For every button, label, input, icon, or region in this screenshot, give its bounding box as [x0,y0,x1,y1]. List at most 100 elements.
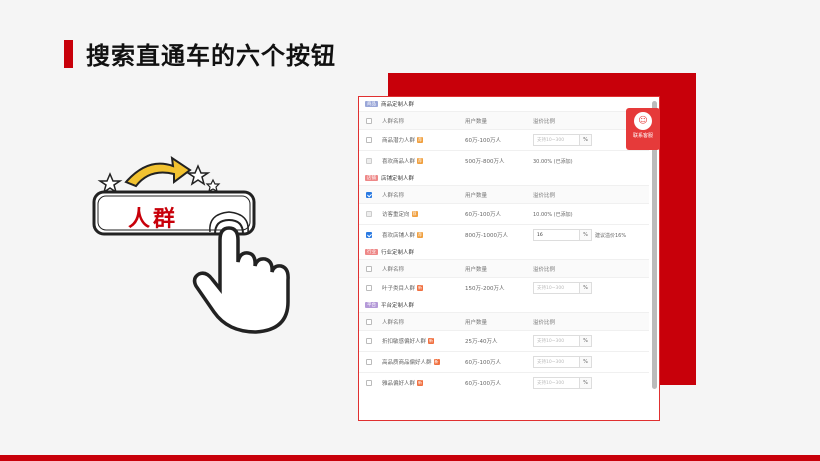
section-header: 店铺 店铺定制人群 [359,171,649,185]
crowd-label: 人群 [128,207,179,232]
crowd-badge: 新 [417,285,424,291]
contact-service-label: 联系客服 [632,133,653,139]
percent-unit: % [579,135,591,145]
crowd-badge: 新 [428,338,435,344]
crowd-name: 叶子类目人群 [382,286,416,292]
user-count: 800万-1000万人 [465,233,508,239]
ratio-input[interactable]: 支持10~300% [533,377,592,389]
ratio-input[interactable]: 16% [533,229,592,241]
ratio-cell: 支持10~300% [533,134,592,146]
row-checkbox[interactable] [366,158,372,164]
row-checkbox[interactable] [366,338,372,344]
crowd-name-cell: 雅品偏好人群新 [382,379,465,387]
user-count: 60万-100万人 [465,138,501,144]
select-all-checkbox[interactable] [366,191,372,198]
crowd-name: 高品质商品偏好人群 [382,360,432,366]
table-header-row: 人群名称 用户数量 溢价比例 [359,259,649,277]
select-all-checkbox[interactable] [366,117,372,124]
crowd-name: 喜欢商品人群 [382,159,416,165]
row-checkbox[interactable] [366,285,372,291]
section-header: 平台 平台定制人群 [359,298,649,312]
ratio-input-value: 支持10~300 [537,339,565,344]
crowd-name-cell: 折扣敏感偏好人群新 [382,337,465,345]
section-header: 商品 商品定制人群 [359,97,649,111]
percent-unit: % [579,357,591,367]
ratio-input[interactable]: 支持10~300% [533,134,592,146]
table-row: 叶子类目人群新 150万-200万人 支持10~300% [359,277,649,298]
suggested-ratio: 建议溢价16% [595,232,627,239]
star-icon [97,172,123,194]
ratio-input[interactable]: 支持10~300% [533,335,592,347]
crowd-name-cell: 访客重定向荐 [382,210,465,218]
crowd-name: 商品潜力人群 [382,138,416,144]
col-header-ratio: 溢价比例 [533,118,556,125]
col-header-count: 用户数量 [465,266,488,273]
ratio-cell: 16% 建议溢价16% [533,229,626,241]
ratio-input-value: 支持10~300 [537,360,565,365]
ratio-input[interactable]: 支持10~300% [533,282,592,294]
ratio-added-text: 30.00% (已添加) [533,158,573,165]
row-checkbox[interactable] [366,380,372,386]
row-checkbox[interactable] [366,232,372,238]
col-header-name: 人群名称 [382,266,405,273]
percent-unit: % [579,336,591,346]
row-checkbox[interactable] [366,211,372,217]
ratio-cell: 支持10~300% [533,377,592,389]
col-header-ratio: 溢价比例 [533,319,556,326]
crowd-sections: 商品 商品定制人群 人群名称 用户数量 溢价比例 商品潜力人群荐 60万-100万人 支持10… [359,97,649,393]
ratio-cell: 支持10~300% [533,282,592,294]
crowd-name-cell: 喜欢店铺人群荐 [382,231,465,239]
section-tag: 平台 [365,302,378,308]
section-tag: 商品 [365,101,378,107]
col-header-count: 用户数量 [465,118,488,125]
section-tag: 店铺 [365,175,378,181]
crowd-name: 访客重定向 [382,212,410,218]
hand-arrow-drawing [92,155,290,334]
col-header-name: 人群名称 [382,319,405,326]
crowd-name: 雅品偏好人群 [382,381,416,387]
crowd-settings-panel: 商品 商品定制人群 人群名称 用户数量 溢价比例 商品潜力人群荐 60万-100万人 支持10… [358,96,660,421]
select-all-checkbox[interactable] [366,318,372,325]
table-row: 喜欢商品人群荐 500万-800万人 30.00% (已添加) [359,150,649,171]
crowd-name: 折扣敏感偏好人群 [382,339,427,345]
user-count: 60万-100万人 [465,360,501,366]
section-title: 行业定制人群 [381,250,415,256]
percent-unit: % [579,230,591,240]
section-title: 店铺定制人群 [381,176,415,182]
col-header-count: 用户数量 [465,192,488,199]
table-row: 商品潜力人群荐 60万-100万人 支持10~300% [359,129,649,150]
col-header-name: 人群名称 [382,192,405,199]
table-row: 折扣敏感偏好人群新 25万-40万人 支持10~300% [359,330,649,351]
ratio-input-value: 支持10~300 [537,286,565,291]
table-header-row: 人群名称 用户数量 溢价比例 [359,312,649,330]
arrow-icon [124,155,192,188]
crowd-name-cell: 高品质商品偏好人群新 [382,358,465,366]
table-row: 访客重定向荐 60万-100万人 10.00% (已添加) [359,203,649,224]
ratio-cell: 支持10~300% [533,356,592,368]
row-checkbox[interactable] [366,137,372,143]
ratio-input-value: 16 [537,232,543,238]
ratio-added-text: 10.00% (已添加) [533,211,573,218]
crowd-badge: 荐 [417,137,424,143]
table-row: 喜欢店铺人群荐 800万-1000万人 16% 建议溢价16% [359,224,649,245]
slide-title: 搜索直通车的六个按钮 [86,42,336,70]
col-header-name: 人群名称 [382,118,405,125]
ratio-cell: 支持10~300% [533,335,592,347]
section-header: 行业 行业定制人群 [359,245,649,259]
bottom-accent-bar [0,455,820,461]
crowd-illustration: 人群 [88,152,308,337]
crowd-badge: 荐 [417,232,424,238]
section-title: 平台定制人群 [381,303,415,309]
user-count: 150万-200万人 [465,286,505,292]
table-row: 雅品偏好人群新 60万-100万人 支持10~300% [359,372,649,393]
ratio-input[interactable]: 支持10~300% [533,356,592,368]
crowd-name: 喜欢店铺人群 [382,233,416,239]
crowd-badge: 新 [433,359,440,365]
crowd-name-cell: 商品潜力人群荐 [382,136,465,144]
table-row: 高品质商品偏好人群新 60万-100万人 支持10~300% [359,351,649,372]
crowd-name-cell: 叶子类目人群新 [382,284,465,292]
contact-service-button[interactable]: ☺ 联系客服 [626,108,660,150]
row-checkbox[interactable] [366,359,372,365]
user-count: 500万-800万人 [465,159,505,165]
select-all-checkbox[interactable] [366,265,372,272]
